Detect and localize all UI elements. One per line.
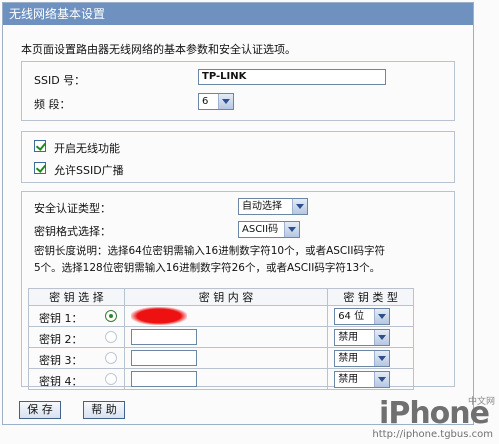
key-4-type-select[interactable]: 禁用 (334, 371, 391, 388)
settings-panel: 无线网络基本设置 本页面设置路由器无线网络的基本参数和安全认证选项。 SSID … (2, 2, 474, 425)
key-1-input-redacted[interactable] (130, 307, 187, 325)
key-format-value: ASCII码 (242, 224, 279, 235)
watermark: 中文网 iPhone http://iphone.tgbus.com (335, 396, 495, 440)
key-1-type-select[interactable]: 64 位 (334, 308, 391, 325)
chevron-down-icon (374, 372, 390, 387)
key-table: 密 钥 选 择 密 钥 内 容 密 钥 类 型 密钥 1： 64 位 密钥 2：… (28, 288, 414, 390)
header-key-type: 密 钥 类 型 (327, 288, 414, 306)
security-group: 安全认证类型： 自动选择 密钥格式选择： ASCII码 密钥长度说明：选择64位… (21, 191, 455, 390)
key-format-select[interactable]: ASCII码 (238, 221, 300, 238)
table-row: 密钥 1： 64 位 (28, 305, 414, 327)
key-2-radio[interactable] (105, 331, 117, 343)
key-2-label: 密钥 2： (39, 333, 83, 346)
chevron-down-icon (284, 222, 299, 237)
key-2-type-select[interactable]: 禁用 (334, 329, 391, 346)
auth-type-select[interactable]: 自动选择 (238, 198, 308, 215)
channel-select[interactable]: 6 (198, 93, 234, 110)
basic-settings-group: SSID 号： TP-LINK 频 段： 6 (21, 61, 455, 121)
ssid-broadcast-checkbox[interactable] (34, 162, 46, 174)
key-3-type-value: 禁用 (338, 353, 359, 364)
watermark-site: http://iphone.tgbus.com (372, 429, 493, 440)
channel-value: 6 (202, 96, 209, 107)
table-row: 密钥 3： 禁用 (28, 347, 414, 369)
ssid-label: SSID 号： (34, 74, 86, 87)
key-2-type-value: 禁用 (338, 332, 359, 343)
key-length-note-line1: 密钥长度说明：选择64位密钥需输入16进制数字符10个，或者ASCII码字符 (34, 245, 385, 257)
intro-text: 本页面设置路由器无线网络的基本参数和安全认证选项。 (21, 43, 296, 56)
chevron-down-icon (374, 330, 390, 345)
chevron-down-icon (218, 94, 233, 109)
table-row: 密钥 4： 禁用 (28, 368, 414, 390)
table-row: 密钥 2： 禁用 (28, 326, 414, 348)
key-2-input[interactable] (130, 329, 197, 345)
key-length-note-line2: 5个。选择128位密钥需输入16进制数字符26个，或者ASCII码字符13个。 (34, 262, 381, 274)
help-button[interactable]: 帮 助 (83, 401, 125, 419)
ssid-input[interactable]: TP-LINK (198, 69, 386, 85)
header-key-content: 密 钥 内 容 (123, 288, 329, 306)
key-3-label: 密钥 3： (39, 354, 83, 367)
chevron-down-icon (374, 351, 390, 366)
channel-label: 频 段： (34, 98, 71, 111)
key-4-radio[interactable] (105, 373, 117, 385)
enable-wireless-checkbox[interactable] (34, 140, 46, 152)
enable-wireless-label: 开启无线功能 (54, 142, 120, 155)
key-1-type-value: 64 位 (338, 311, 365, 322)
auth-type-value: 自动选择 (242, 201, 282, 212)
key-3-input[interactable] (130, 350, 197, 366)
save-button[interactable]: 保 存 (19, 401, 61, 419)
chevron-down-icon (292, 199, 307, 214)
key-format-label: 密钥格式选择： (34, 225, 111, 238)
key-table-header: 密 钥 选 择 密 钥 内 容 密 钥 类 型 (28, 288, 414, 306)
watermark-logo: iPhone (379, 396, 490, 431)
header-key-select: 密 钥 选 择 (28, 288, 125, 306)
key-4-label: 密钥 4： (39, 375, 83, 388)
auth-type-label: 安全认证类型： (34, 202, 111, 215)
ssid-broadcast-label: 允许SSID广播 (54, 164, 124, 177)
key-1-label: 密钥 1： (39, 312, 83, 325)
key-4-input[interactable] (130, 371, 197, 387)
panel-title: 无线网络基本设置 (3, 3, 473, 25)
key-1-radio[interactable] (105, 310, 117, 322)
chevron-down-icon (374, 309, 390, 324)
key-4-type-value: 禁用 (338, 374, 359, 385)
key-3-type-select[interactable]: 禁用 (334, 350, 391, 367)
wireless-options-group: 开启无线功能 允许SSID广播 (21, 131, 455, 183)
key-3-radio[interactable] (105, 352, 117, 364)
